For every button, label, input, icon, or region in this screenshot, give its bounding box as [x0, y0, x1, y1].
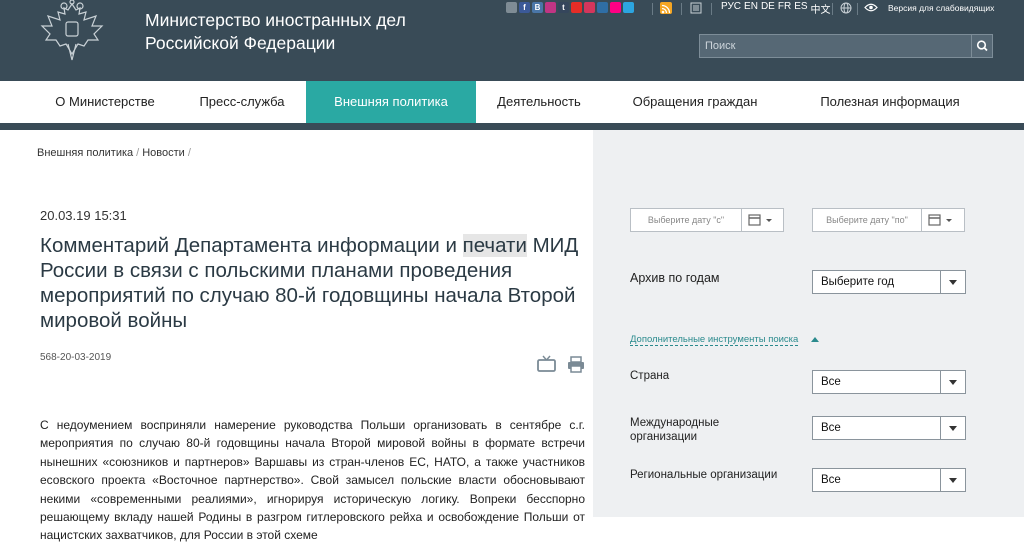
- country-select-value: Все: [821, 376, 841, 388]
- date-to-input[interactable]: Выберите дату "по": [812, 208, 922, 232]
- coat-of-arms-logo[interactable]: [38, 0, 106, 62]
- intl-orgs-label-line: Международные: [630, 417, 720, 429]
- instagram-icon[interactable]: [545, 2, 556, 13]
- ministry-title-line2: Российской Федерации: [145, 33, 336, 53]
- search-sidebar: [593, 130, 1024, 517]
- language-switcher: РУС EN DE FR ES 中文: [721, 1, 831, 16]
- breadcrumb-news[interactable]: Новости: [142, 147, 185, 159]
- periscope-icon[interactable]: [584, 2, 595, 13]
- vk-icon[interactable]: B: [532, 2, 543, 13]
- eye-icon[interactable]: [864, 3, 878, 12]
- livejournal-icon[interactable]: [597, 2, 608, 13]
- lang-en[interactable]: EN: [744, 1, 758, 16]
- ministry-title-line1: Министерство иностранных дел: [145, 10, 406, 30]
- year-select-value: Выберите год: [821, 276, 895, 288]
- facebook-icon[interactable]: f: [519, 2, 530, 13]
- nav-item-citizens-appeals[interactable]: Обращения граждан: [610, 81, 780, 123]
- print-icon[interactable]: [567, 356, 585, 373]
- breadcrumb: Внешняя политика / Новости /: [37, 147, 194, 159]
- flickr-icon[interactable]: [610, 2, 621, 13]
- header-divider: [711, 3, 712, 15]
- search-input[interactable]: [699, 34, 972, 58]
- header-divider: [652, 3, 653, 15]
- regional-orgs-label: Региональные организации: [630, 469, 778, 481]
- tumblr-icon[interactable]: t: [558, 2, 569, 13]
- nav-item-useful-info[interactable]: Полезная информация: [800, 81, 980, 123]
- calendar-icon: [748, 214, 772, 226]
- header-divider: [832, 3, 833, 15]
- date-from-input[interactable]: Выберите дату "с": [630, 208, 742, 232]
- article-datetime: 20.03.19 15:31: [40, 208, 127, 223]
- advanced-search-toggle[interactable]: Дополнительные инструменты поиска: [630, 334, 799, 346]
- globe-icon[interactable]: [840, 2, 852, 14]
- chevron-down-icon: [940, 417, 965, 439]
- chevron-down-icon: [940, 371, 965, 393]
- document-number: 568-20-03-2019: [40, 352, 112, 363]
- nav-divider: [0, 123, 1024, 130]
- nav-item-about[interactable]: О Министерстве: [40, 81, 170, 123]
- lang-es[interactable]: ES: [794, 1, 807, 16]
- lang-de[interactable]: DE: [761, 1, 775, 16]
- regional-orgs-select[interactable]: Все: [812, 468, 966, 492]
- year-select[interactable]: Выберите год: [812, 270, 966, 294]
- search-highlight: печати: [462, 234, 527, 257]
- intl-orgs-label: Международные организации: [630, 416, 719, 444]
- country-label: Страна: [630, 370, 670, 382]
- article-title-part: Комментарий Департамента информации и: [40, 234, 463, 257]
- breadcrumb-separator: /: [136, 147, 140, 159]
- intl-orgs-label-line: организации: [630, 431, 698, 443]
- header-divider: [857, 3, 858, 15]
- chevron-down-icon: [940, 271, 965, 293]
- search-button[interactable]: [972, 34, 993, 58]
- social-links: fBt: [506, 2, 634, 15]
- breadcrumb-foreign-policy[interactable]: Внешняя политика: [37, 147, 133, 159]
- date-to-calendar-button[interactable]: [922, 208, 965, 232]
- header-divider: [681, 3, 682, 15]
- ministry-title[interactable]: Министерство иностранных дел Российской …: [145, 9, 465, 55]
- tv-icon[interactable]: [537, 355, 556, 373]
- chevron-down-icon: [940, 469, 965, 491]
- site-header: Министерство иностранных дел Российской …: [0, 0, 1024, 81]
- intl-orgs-select[interactable]: Все: [812, 416, 966, 440]
- intl-orgs-select-value: Все: [821, 422, 841, 434]
- breadcrumb-separator: /: [187, 147, 191, 159]
- triangle-up-icon[interactable]: [811, 337, 819, 342]
- youtube-icon[interactable]: [571, 2, 582, 13]
- main-nav: О Министерстве Пресс-служба Внешняя поли…: [0, 81, 1024, 123]
- country-select[interactable]: Все: [812, 370, 966, 394]
- nav-item-press[interactable]: Пресс-служба: [182, 81, 302, 123]
- lang-zh[interactable]: 中文: [811, 1, 831, 16]
- rss-icon[interactable]: [660, 2, 672, 14]
- share-icon[interactable]: [506, 2, 517, 13]
- lang-ru[interactable]: РУС: [721, 1, 741, 16]
- article-title: Комментарий Департамента информации и пе…: [40, 233, 585, 333]
- calendar-icon: [928, 214, 952, 226]
- nav-item-foreign-policy[interactable]: Внешняя политика: [306, 81, 476, 123]
- low-vision-link[interactable]: Версия для слабовидящих: [888, 3, 994, 13]
- article-body: С недоумением восприняли намерение руков…: [40, 418, 585, 543]
- nav-item-activities[interactable]: Деятельность: [478, 81, 600, 123]
- telegram-icon[interactable]: [623, 2, 634, 13]
- sitemap-icon[interactable]: [690, 2, 702, 14]
- archive-label: Архив по годам: [630, 271, 720, 285]
- regional-orgs-select-value: Все: [821, 474, 841, 486]
- lang-fr[interactable]: FR: [778, 1, 791, 16]
- date-from-calendar-button[interactable]: [742, 208, 784, 232]
- search-icon: [976, 40, 988, 52]
